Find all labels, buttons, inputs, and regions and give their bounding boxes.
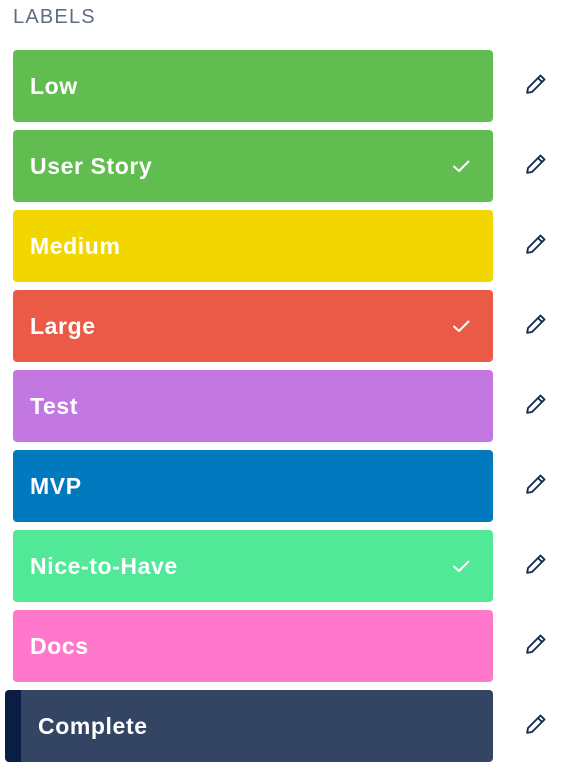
pencil-icon bbox=[524, 472, 548, 501]
label-name: Medium bbox=[30, 232, 121, 259]
pencil-icon bbox=[524, 712, 548, 741]
pencil-icon bbox=[524, 312, 548, 341]
labels-heading: LABELS bbox=[13, 6, 96, 28]
label-chip-complete[interactable]: Complete bbox=[21, 690, 493, 762]
label-chip-user-story[interactable]: User Story bbox=[13, 130, 493, 202]
label-row-mvp: MVP bbox=[0, 450, 576, 522]
edit-label-button[interactable] bbox=[522, 472, 550, 500]
label-row-large: Large bbox=[0, 290, 576, 362]
pencil-icon bbox=[524, 152, 548, 181]
label-name: Nice-to-Have bbox=[30, 552, 178, 579]
label-name: Docs bbox=[30, 632, 89, 659]
label-name: Low bbox=[30, 72, 78, 99]
label-chip-docs[interactable]: Docs bbox=[13, 610, 493, 682]
check-icon bbox=[451, 156, 471, 176]
edit-label-button[interactable] bbox=[522, 72, 550, 100]
label-name: Complete bbox=[38, 712, 148, 739]
pencil-icon bbox=[524, 72, 548, 101]
check-icon bbox=[451, 316, 471, 336]
check-icon bbox=[451, 556, 471, 576]
focus-indicator bbox=[5, 690, 21, 762]
label-chip-large[interactable]: Large bbox=[13, 290, 493, 362]
label-row-test: Test bbox=[0, 370, 576, 442]
label-name: User Story bbox=[30, 152, 153, 179]
label-row-complete: Complete bbox=[0, 690, 576, 762]
label-row-low: Low bbox=[0, 50, 576, 122]
label-chip-nice-to-have[interactable]: Nice-to-Have bbox=[13, 530, 493, 602]
pencil-icon bbox=[524, 232, 548, 261]
label-row-docs: Docs bbox=[0, 610, 576, 682]
label-name: MVP bbox=[30, 472, 82, 499]
label-row-nice-to-have: Nice-to-Have bbox=[0, 530, 576, 602]
pencil-icon bbox=[524, 552, 548, 581]
edit-label-button[interactable] bbox=[522, 152, 550, 180]
label-chip-test[interactable]: Test bbox=[13, 370, 493, 442]
edit-label-button[interactable] bbox=[522, 232, 550, 260]
edit-label-button[interactable] bbox=[522, 712, 550, 740]
label-list: Low User Story Medium Large Test MVP Nice-to-H… bbox=[0, 50, 576, 770]
label-row-user-story: User Story bbox=[0, 130, 576, 202]
label-chip-low[interactable]: Low bbox=[13, 50, 493, 122]
edit-label-button[interactable] bbox=[522, 632, 550, 660]
label-name: Test bbox=[30, 392, 78, 419]
edit-label-button[interactable] bbox=[522, 312, 550, 340]
edit-label-button[interactable] bbox=[522, 552, 550, 580]
edit-label-button[interactable] bbox=[522, 392, 550, 420]
label-chip-medium[interactable]: Medium bbox=[13, 210, 493, 282]
label-row-medium: Medium bbox=[0, 210, 576, 282]
label-name: Large bbox=[30, 312, 96, 339]
pencil-icon bbox=[524, 632, 548, 661]
label-chip-mvp[interactable]: MVP bbox=[13, 450, 493, 522]
pencil-icon bbox=[524, 392, 548, 421]
